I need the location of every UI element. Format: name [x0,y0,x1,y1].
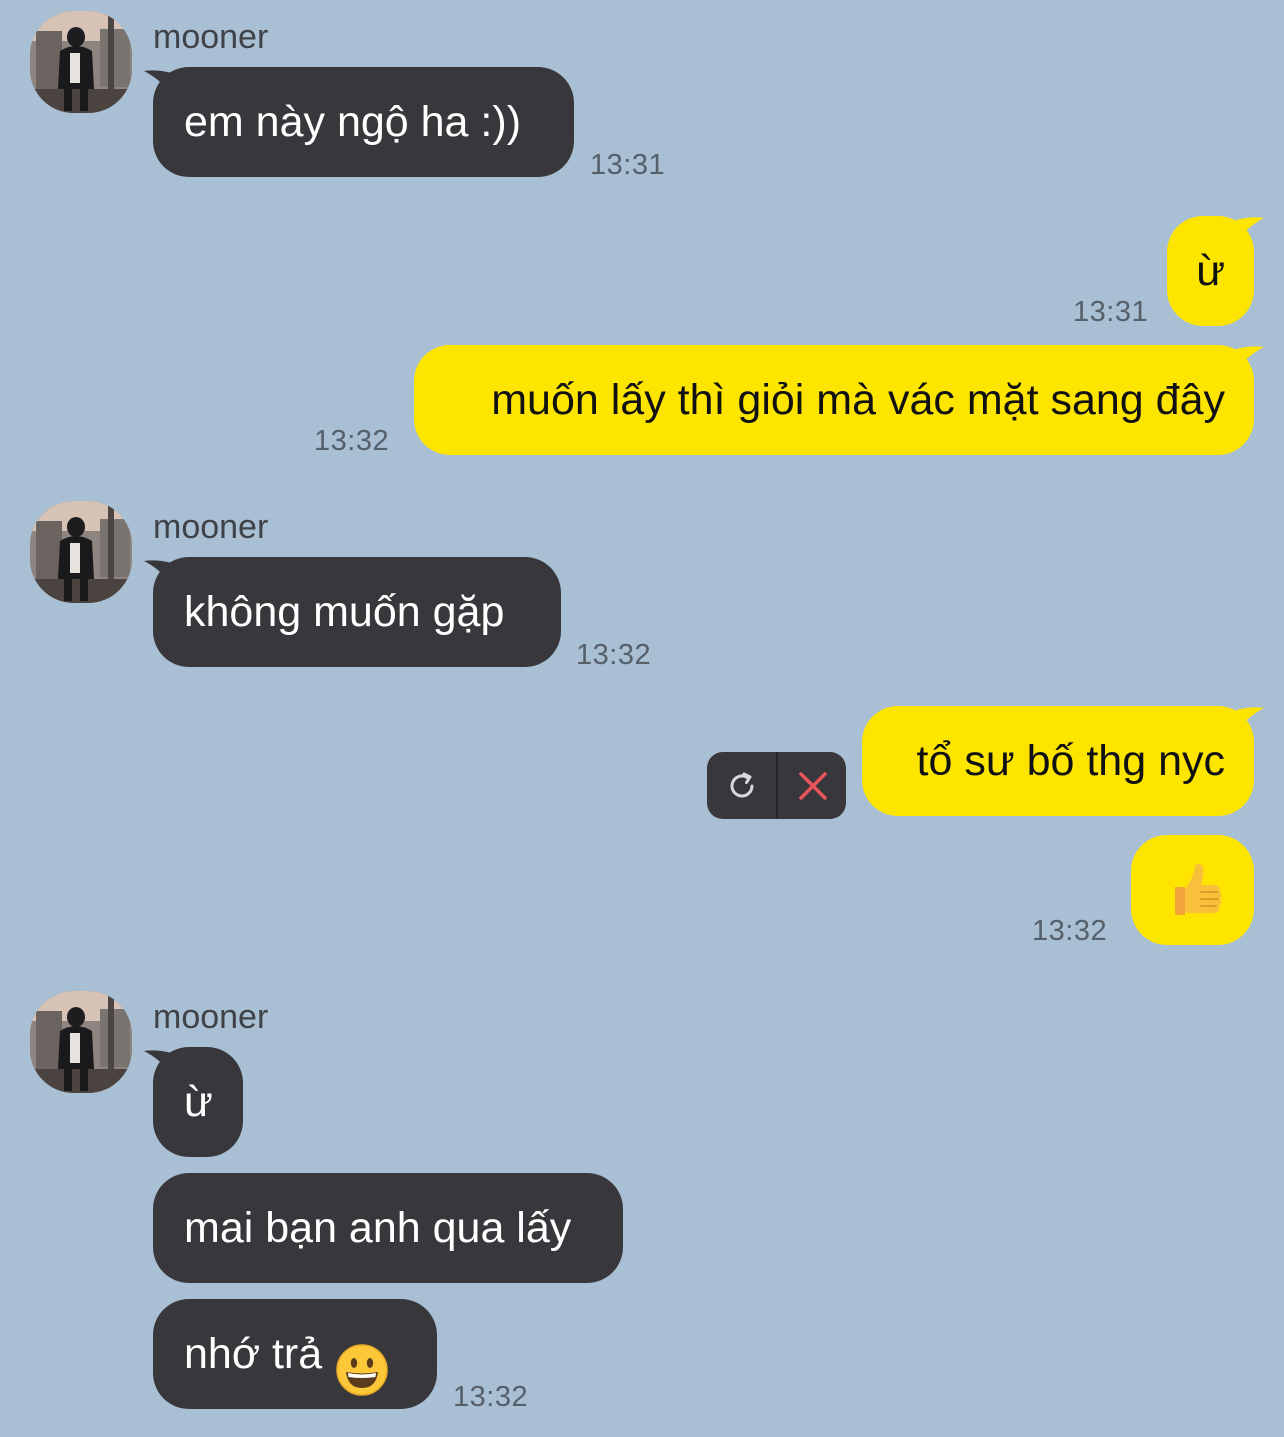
outgoing-message[interactable]: ừ [1167,216,1254,326]
message-text: nhớ trả [184,1330,323,1378]
thumbs-up-emoji [1175,863,1222,915]
message-time: 13:32 [576,639,652,671]
message-time: 13:32 [314,425,390,457]
outgoing-message-failed[interactable]: tổ sư bố thg nyc [862,706,1254,816]
failed-message-actions [707,752,846,819]
avatar[interactable] [30,991,132,1093]
incoming-message[interactable]: em này ngộ ha :)) [153,67,574,177]
outgoing-message[interactable]: muốn lấy thì giỏi mà vác mặt sang đây [414,345,1254,455]
retry-icon [730,772,753,797]
close-icon [798,771,827,800]
retry-button[interactable] [707,752,776,819]
message-text: muốn lấy thì giỏi mà vác mặt sang đây [491,376,1225,424]
message-text: mai bạn anh qua lấy [184,1204,572,1252]
incoming-message[interactable]: mai bạn anh qua lấy [153,1173,623,1283]
avatar[interactable] [30,11,132,113]
message-text: em này ngộ ha :)) [184,98,522,146]
incoming-message[interactable]: nhớ trả [153,1299,437,1409]
message-text: không muốn gặp [184,588,505,636]
sender-name: mooner [153,18,269,56]
grinning-face-emoji [336,1327,388,1396]
message-time: 13:31 [590,149,666,181]
message-time: 13:31 [1073,296,1149,328]
outgoing-message[interactable] [1131,835,1254,945]
sender-name: mooner [153,508,269,546]
delete-button[interactable] [778,752,846,819]
message-text: ừ [184,1078,213,1126]
incoming-message[interactable]: ừ [153,1047,243,1157]
avatar[interactable] [30,501,132,603]
incoming-message[interactable]: không muốn gặp [153,557,561,667]
message-text: tổ sư bố thg nyc [916,737,1225,785]
message-time: 13:32 [453,1381,529,1413]
message-text: ừ [1196,247,1225,295]
message-time: 13:32 [1032,915,1108,947]
sender-name: mooner [153,998,269,1036]
